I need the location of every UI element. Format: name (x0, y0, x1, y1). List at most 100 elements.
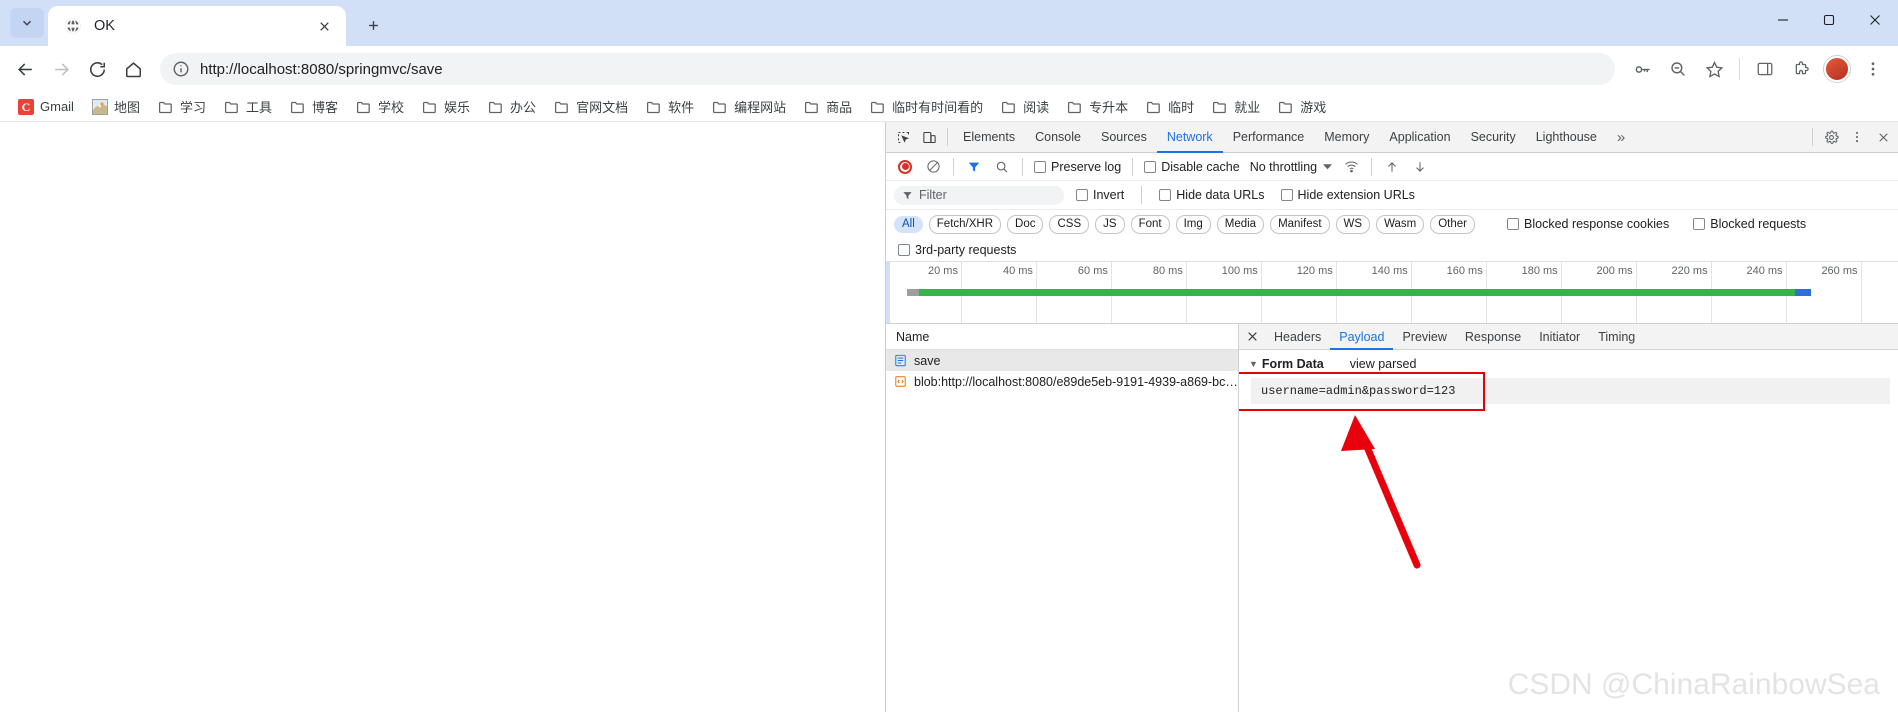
search-network-button[interactable] (989, 154, 1015, 180)
bookmark-item[interactable]: 官网文档 (546, 94, 636, 119)
forward-button[interactable] (44, 52, 78, 86)
back-button[interactable] (8, 52, 42, 86)
blocked-filter-checkbox[interactable]: Blocked requests (1689, 217, 1810, 231)
resource-filter-chip[interactable]: Manifest (1270, 214, 1330, 234)
detail-tab-initiator[interactable]: Initiator (1530, 324, 1589, 350)
devtools-panel-tab-sources[interactable]: Sources (1091, 122, 1157, 153)
bookmark-item[interactable]: 娱乐 (414, 94, 478, 119)
devtools-panel-tab-lighthouse[interactable]: Lighthouse (1526, 122, 1607, 153)
home-icon (125, 61, 141, 77)
devtools-panel-tab-memory[interactable]: Memory (1314, 122, 1379, 153)
avatar[interactable] (1824, 56, 1850, 82)
devtools-more-button[interactable] (1844, 124, 1870, 150)
devtools-settings-button[interactable] (1818, 124, 1844, 150)
bookmark-item[interactable]: 编程网站 (704, 94, 794, 119)
devtools-close-button[interactable] (1870, 124, 1896, 150)
devtools-panel-tab-security[interactable]: Security (1461, 122, 1526, 153)
bookmark-label: 阅读 (1023, 100, 1050, 115)
bookmark-item[interactable]: 专升本 (1059, 94, 1136, 119)
more-panels-button[interactable]: » (1607, 122, 1635, 153)
blocked-filter-checkbox[interactable]: Blocked response cookies (1503, 217, 1673, 231)
hide-extension-urls-checkbox[interactable]: Hide extension URLs (1277, 188, 1419, 202)
password-manager-button[interactable] (1625, 52, 1659, 86)
form-data-section-header[interactable]: ▼ Form Data view parsed (1239, 354, 1898, 375)
bookmark-star-button[interactable] (1697, 52, 1731, 86)
bookmark-item[interactable]: 地图 (84, 94, 148, 119)
bookmark-item[interactable]: 博客 (282, 94, 346, 119)
view-parsed-link[interactable]: view parsed (1350, 357, 1417, 371)
zoom-indicator-button[interactable] (1661, 52, 1695, 86)
resource-filter-chip[interactable]: Img (1175, 214, 1211, 234)
home-button[interactable] (116, 52, 150, 86)
record-button[interactable] (892, 154, 918, 180)
resource-filter-chip[interactable]: Other (1430, 214, 1475, 234)
detail-tab-headers[interactable]: Headers (1265, 324, 1330, 350)
filter-toggle-button[interactable] (961, 154, 987, 180)
bookmark-item[interactable]: C Gmail (10, 96, 82, 118)
resource-filter-chip[interactable]: Wasm (1376, 214, 1425, 234)
resource-filter-chip[interactable]: All (894, 215, 923, 233)
side-panel-button[interactable] (1748, 52, 1782, 86)
bookmark-item[interactable]: 办公 (480, 94, 544, 119)
detail-tab-timing[interactable]: Timing (1589, 324, 1644, 350)
browser-menu-button[interactable] (1856, 52, 1890, 86)
devtools-panel-tab-console[interactable]: Console (1025, 122, 1091, 153)
bookmark-item[interactable]: 学习 (150, 94, 214, 119)
browser-tab[interactable]: OK (48, 6, 346, 46)
resource-filter-chip[interactable]: Font (1130, 214, 1170, 234)
filter-input[interactable]: Filter (894, 185, 1064, 205)
detail-tab-payload[interactable]: Payload (1330, 324, 1393, 350)
invert-checkbox[interactable]: Invert (1072, 188, 1128, 202)
bookmark-item[interactable]: 就业 (1204, 94, 1268, 119)
throttling-select[interactable]: No throttling (1246, 160, 1336, 174)
devtools-panel-tab-performance[interactable]: Performance (1223, 122, 1315, 153)
clear-network-log-button[interactable] (920, 154, 946, 180)
resource-filter-chip[interactable]: Doc (1007, 214, 1044, 234)
bookmark-item[interactable]: 游戏 (1270, 94, 1334, 119)
request-row[interactable]: blob:http://localhost:8080/e89de5eb-9191… (886, 371, 1238, 392)
tab-search-button[interactable] (10, 8, 44, 38)
preserve-log-checkbox[interactable]: Preserve log (1030, 160, 1125, 174)
bookmark-item[interactable]: 商品 (796, 94, 860, 119)
close-detail-button[interactable] (1239, 324, 1265, 350)
resource-filter-chip[interactable]: CSS (1049, 214, 1090, 234)
bookmark-item[interactable]: 学校 (348, 94, 412, 119)
resource-filter-chip[interactable]: JS (1095, 214, 1125, 234)
hide-data-urls-checkbox[interactable]: Hide data URLs (1155, 188, 1268, 202)
third-party-requests-checkbox[interactable]: 3rd-party requests (894, 243, 1020, 257)
devtools-panel-tab-network[interactable]: Network (1157, 122, 1223, 153)
extensions-button[interactable] (1784, 52, 1818, 86)
device-toolbar-button[interactable] (916, 124, 942, 150)
close-window-button[interactable] (1852, 0, 1898, 40)
tab-title: OK (94, 18, 115, 34)
export-har-button[interactable] (1407, 154, 1433, 180)
request-row[interactable]: save (886, 350, 1238, 371)
bookmark-item[interactable]: 临时 (1138, 94, 1202, 119)
hide-extension-urls-label: Hide extension URLs (1297, 188, 1415, 202)
bookmark-item[interactable]: 工具 (216, 94, 280, 119)
import-har-button[interactable] (1379, 154, 1405, 180)
detail-tab-preview[interactable]: Preview (1393, 324, 1455, 350)
inspect-element-button[interactable] (890, 124, 916, 150)
devtools-panel-tab-elements[interactable]: Elements (953, 122, 1025, 153)
minimize-button[interactable] (1760, 0, 1806, 40)
request-list-header[interactable]: Name (886, 324, 1238, 350)
bookmark-item[interactable]: 软件 (638, 94, 702, 119)
filter-funnel-icon (903, 191, 912, 199)
address-bar[interactable]: http://localhost:8080/springmvc/save (160, 53, 1615, 85)
resource-filter-chip[interactable]: Fetch/XHR (928, 214, 1002, 234)
network-conditions-button[interactable] (1338, 154, 1364, 180)
tab-close-button[interactable] (312, 14, 336, 38)
new-tab-button[interactable] (358, 10, 388, 40)
bookmark-item[interactable]: 临时有时间看的 (862, 94, 991, 119)
detail-tab-response[interactable]: Response (1456, 324, 1530, 350)
triangle-down-icon[interactable]: ▼ (1249, 359, 1258, 369)
maximize-button[interactable] (1806, 0, 1852, 40)
resource-filter-chip[interactable]: Media (1216, 214, 1265, 234)
devtools-panel-tab-application[interactable]: Application (1379, 122, 1460, 153)
disable-cache-checkbox[interactable]: Disable cache (1140, 160, 1244, 174)
reload-button[interactable] (80, 52, 114, 86)
network-overview-timeline[interactable]: 20 ms 40 ms 60 ms 80 ms 100 ms 120 ms 140 ms 16… (886, 262, 1898, 324)
bookmark-item[interactable]: 阅读 (993, 94, 1057, 119)
resource-filter-chip[interactable]: WS (1335, 214, 1371, 234)
